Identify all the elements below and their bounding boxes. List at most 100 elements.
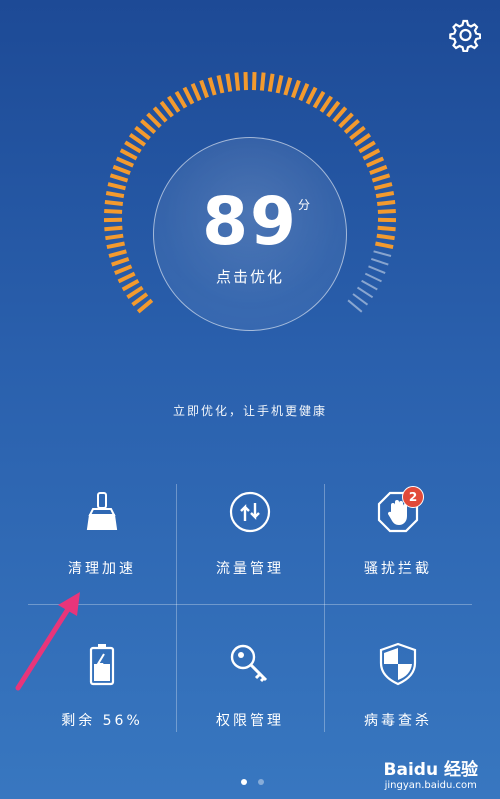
dial-tick [358, 140, 376, 154]
dial-tick [134, 125, 151, 141]
dial-tick [225, 73, 233, 92]
dial-tick [373, 250, 392, 257]
dial-tick [136, 298, 154, 314]
tools-grid: 清理加速 流量管理 2 骚扰拦截 剩余 56% 权限管理 病毒查杀 [28, 484, 472, 744]
score-unit: 分 [298, 198, 311, 212]
dial-tick [140, 119, 157, 134]
dial-tick [190, 83, 202, 102]
dial-tick [104, 225, 123, 232]
optimize-label: 点击优化 [215, 268, 284, 286]
tile-antivirus[interactable]: 病毒查杀 [324, 636, 472, 756]
dial-tick [377, 209, 396, 214]
tile-label: 剩余 56% [61, 713, 143, 729]
dial-tick [105, 233, 124, 241]
dial-tick [121, 278, 140, 292]
dial-tick [104, 209, 123, 214]
tile-permissions[interactable]: 权限管理 [176, 636, 324, 756]
dial-tick [117, 271, 136, 284]
dial-tick [128, 133, 147, 147]
broom-icon [86, 492, 118, 530]
dial-tick [234, 72, 241, 91]
dial-tick [374, 182, 393, 191]
dial-tick [159, 100, 174, 118]
dial-tick [364, 272, 382, 283]
optimize-button[interactable]: 89 分 点击优化 [153, 137, 347, 331]
dial-tick [319, 95, 333, 113]
dial-tick [338, 112, 354, 129]
page-dot-active[interactable] [241, 779, 247, 785]
battery-icon [89, 644, 115, 686]
dial-tick [375, 191, 395, 199]
dial-tick [216, 74, 225, 94]
shield-icon [379, 642, 417, 686]
dial-tick [146, 112, 162, 129]
baidu-watermark: Baidu 经验 jingyan.baidu.com [384, 755, 478, 791]
dial-tick [111, 257, 130, 267]
dial-tick [108, 249, 127, 258]
dial-tick [152, 106, 168, 123]
dial-tick [371, 173, 391, 183]
dial-tick [283, 77, 293, 96]
tile-label: 病毒查杀 [364, 713, 432, 729]
dial-tick [298, 83, 310, 102]
dial-tick [353, 133, 372, 147]
dial-tick [377, 225, 396, 232]
dial-tick [182, 86, 195, 105]
watermark-brand: Baidu 经验 [383, 760, 478, 780]
page-dot[interactable] [258, 779, 265, 785]
key-icon [230, 644, 268, 683]
tile-harassment[interactable]: 2 骚扰拦截 [324, 484, 472, 604]
dial-tick [119, 148, 138, 161]
dial-tick [362, 148, 381, 161]
dial-tick [105, 191, 125, 199]
grid-divider [28, 604, 472, 605]
tile-label: 流量管理 [216, 561, 284, 577]
dial-tick [104, 200, 124, 206]
dial-tick [376, 200, 396, 206]
dial-tick [106, 241, 125, 250]
dial-tick [207, 77, 217, 96]
dial-tick [376, 233, 395, 241]
dial-tick [115, 156, 135, 168]
dial-tick [109, 173, 129, 183]
tile-cleanup[interactable]: 清理加速 [28, 484, 176, 604]
dial-tick [291, 79, 301, 99]
dial-tick [174, 90, 188, 109]
dial-tick [259, 72, 266, 91]
dial-tick [199, 79, 209, 99]
dial-tick [326, 100, 341, 118]
dial-tick [347, 299, 363, 313]
notification-badge: 2 [402, 486, 424, 508]
tile-traffic[interactable]: 流量管理 [176, 484, 324, 604]
watermark-url: jingyan.baidu.com [384, 780, 477, 791]
tile-battery[interactable]: 剩余 56% [28, 636, 176, 756]
dial-tick [243, 72, 248, 91]
tagline: 立即优化，让手机更健康 [172, 404, 327, 418]
tile-label: 权限管理 [216, 713, 284, 729]
dial-tick [124, 140, 142, 154]
dial-tick [252, 72, 257, 91]
dial-tick [312, 90, 326, 109]
dial-tick [167, 95, 181, 113]
dial-tick [365, 156, 385, 168]
dial-tick [369, 164, 388, 175]
dial-tick [349, 125, 366, 141]
dial-tick [275, 74, 284, 94]
dial-tick [305, 86, 318, 105]
dial-tick [368, 265, 386, 275]
dial-tick [126, 285, 144, 299]
dial-tick [370, 257, 389, 266]
dial-tick [356, 286, 374, 299]
page-indicator [238, 770, 267, 789]
dial-tick [131, 292, 149, 307]
dial-tick [375, 241, 394, 250]
tile-label: 骚扰拦截 [364, 561, 432, 577]
tile-label: 清理加速 [68, 561, 136, 577]
dial-tick [112, 164, 131, 175]
score-value: 89 [202, 183, 298, 260]
dial-tick [107, 182, 126, 191]
dial-tick [343, 119, 360, 134]
traffic-arrows-icon [229, 491, 271, 533]
dial-tick [361, 279, 378, 291]
dial-tick [352, 293, 369, 306]
